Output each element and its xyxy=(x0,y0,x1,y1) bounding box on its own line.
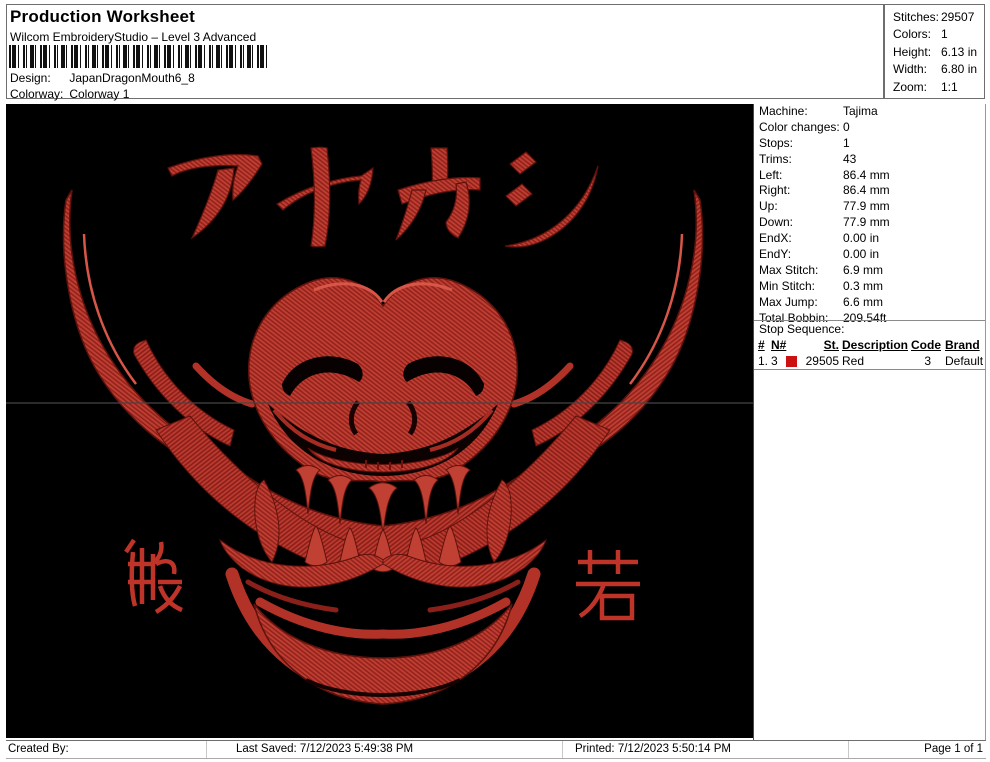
oni-mask-embroidery xyxy=(6,146,753,705)
created-by: Created By: xyxy=(8,743,69,755)
stat-stitches: Stitches: 29507 xyxy=(893,10,975,24)
design-row: Design: JapanDragonMouth6_8 xyxy=(10,71,195,85)
machine-row: EndX: 0.00 in xyxy=(759,231,880,246)
stat-width: Width: 6.80 in xyxy=(893,62,978,77)
design-barcode xyxy=(9,45,271,68)
machine-row: Machine: Tajima xyxy=(759,104,878,118)
colorway-value: Colorway 1 xyxy=(69,87,130,101)
last-saved: Last Saved: 7/12/2023 5:49:38 PM xyxy=(206,741,562,758)
design-value: JapanDragonMouth6_8 xyxy=(69,71,195,85)
kanji-hannya-right xyxy=(576,550,640,621)
machine-row: Down: 77.9 mm xyxy=(759,215,890,230)
machine-info-panel: Machine: Tajima Color changes: 0 Stops: 1 T… xyxy=(753,104,986,740)
stat-colors: Colors: 1 xyxy=(893,27,948,42)
machine-row: EndY: 0.00 in xyxy=(759,247,880,262)
katakana-text-ayakashi xyxy=(167,146,599,248)
stop-sequence-section: Stop Sequence: # N# St. Description Code… xyxy=(754,320,985,370)
machine-row: Left: 86.4 mm xyxy=(759,167,890,182)
design-label: Design: xyxy=(10,71,51,85)
production-worksheet-page: Production Worksheet Wilcom EmbroiderySt… xyxy=(0,0,990,762)
machine-row: Min Stitch: 0.3 mm xyxy=(759,278,884,293)
face-group xyxy=(247,277,519,483)
kanji-hannya-left xyxy=(124,538,183,614)
machine-row: Trims: 43 xyxy=(759,151,857,166)
footer-bar: Created By: Last Saved: 7/12/2023 5:49:3… xyxy=(6,740,986,759)
machine-row: Up: 77.9 mm xyxy=(759,199,890,214)
machine-row: Stops: 1 xyxy=(759,135,850,150)
page-number: Page 1 of 1 xyxy=(848,741,986,758)
design-stats-box: Stitches: 29507 Colors: 1 Height: 6.13 in W… xyxy=(884,4,985,99)
stop-sequence-title: Stop Sequence: xyxy=(759,322,845,336)
colorway-label: Colorway: xyxy=(10,87,64,101)
machine-row: Color changes: 0 xyxy=(759,119,850,134)
machine-row: Max Stitch: 6.9 mm xyxy=(759,262,884,277)
stop-sequence-row: 1. 3 29505 Red 3 Default xyxy=(758,353,984,368)
thread-color-swatch xyxy=(786,355,797,367)
machine-row: Right: 86.4 mm xyxy=(759,183,890,198)
software-subtitle: Wilcom EmbroideryStudio – Level 3 Advanc… xyxy=(10,30,257,44)
colorway-row: Colorway: Colorway 1 xyxy=(10,87,129,101)
stop-sequence-header: # N# St. Description Code Brand xyxy=(758,338,980,352)
stitch-preview-canvas xyxy=(6,104,753,738)
stat-height: Height: 6.13 in xyxy=(893,44,978,59)
machine-row: Max Jump: 6.6 mm xyxy=(759,294,884,309)
stat-zoom: Zoom: 1:1 xyxy=(893,79,958,94)
header-panel: Production Worksheet Wilcom EmbroiderySt… xyxy=(6,4,884,101)
printed: Printed: 7/12/2023 5:50:14 PM xyxy=(562,741,848,758)
page-title: Production Worksheet xyxy=(10,7,196,26)
